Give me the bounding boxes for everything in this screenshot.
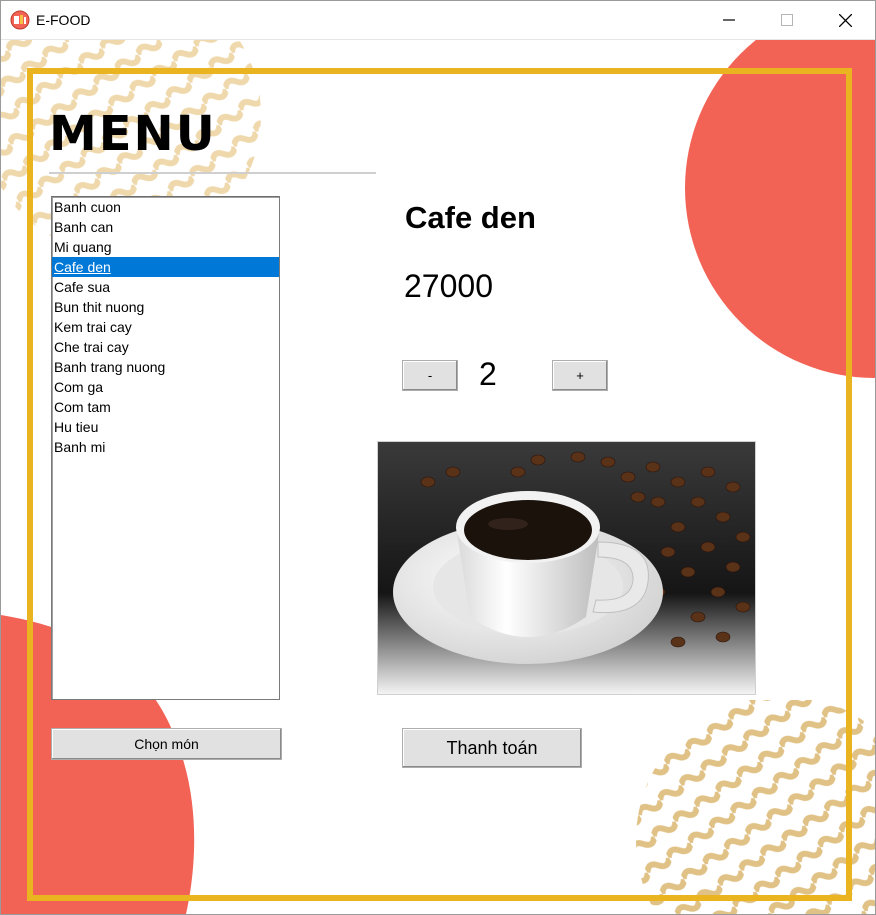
item-name-label: Cafe den	[405, 200, 536, 235]
list-item-selected[interactable]: Cafe den	[52, 257, 279, 277]
title-bar[interactable]: E-FOOD	[1, 1, 875, 40]
list-item[interactable]: Mi quang	[52, 237, 279, 257]
app-logo-icon	[10, 10, 30, 30]
item-price-label: 27000	[404, 268, 493, 304]
maximize-button[interactable]	[758, 1, 816, 39]
list-item[interactable]: Banh cuon	[52, 197, 279, 217]
list-item[interactable]: Kem trai cay	[52, 317, 279, 337]
list-item[interactable]: Banh can	[52, 217, 279, 237]
close-icon	[838, 13, 852, 27]
menu-heading: MENU	[49, 106, 217, 162]
quantity-value: 2	[479, 356, 497, 392]
menu-divider	[49, 172, 376, 174]
app-window: E-FOOD MENU Banh cuon Banh can Mi quang …	[0, 0, 876, 915]
list-item[interactable]: Com ga	[52, 377, 279, 397]
list-item[interactable]: Cafe sua	[52, 277, 279, 297]
list-item[interactable]: Bun thit nuong	[52, 297, 279, 317]
coffee-illustration	[378, 442, 755, 694]
menu-listbox[interactable]: Banh cuon Banh can Mi quang Cafe den Caf…	[51, 196, 280, 700]
increment-button[interactable]: +	[552, 360, 608, 391]
decrement-button[interactable]: -	[402, 360, 458, 391]
list-item[interactable]: Hu tieu	[52, 417, 279, 437]
list-item[interactable]: Che trai cay	[52, 337, 279, 357]
list-item[interactable]: Banh mi	[52, 437, 279, 457]
window-title: E-FOOD	[36, 12, 91, 28]
checkout-button[interactable]: Thanh toán	[402, 728, 582, 768]
form-client-area: MENU Banh cuon Banh can Mi quang Cafe de…	[1, 40, 875, 914]
choose-item-button[interactable]: Chọn món	[51, 728, 282, 760]
coffee-cup-image	[377, 441, 756, 695]
minimize-button[interactable]	[700, 1, 758, 39]
list-item[interactable]: Com tam	[52, 397, 279, 417]
minimize-icon	[723, 19, 735, 21]
close-button[interactable]	[816, 1, 874, 39]
maximize-icon	[781, 14, 793, 26]
list-item[interactable]: Banh trang nuong	[52, 357, 279, 377]
